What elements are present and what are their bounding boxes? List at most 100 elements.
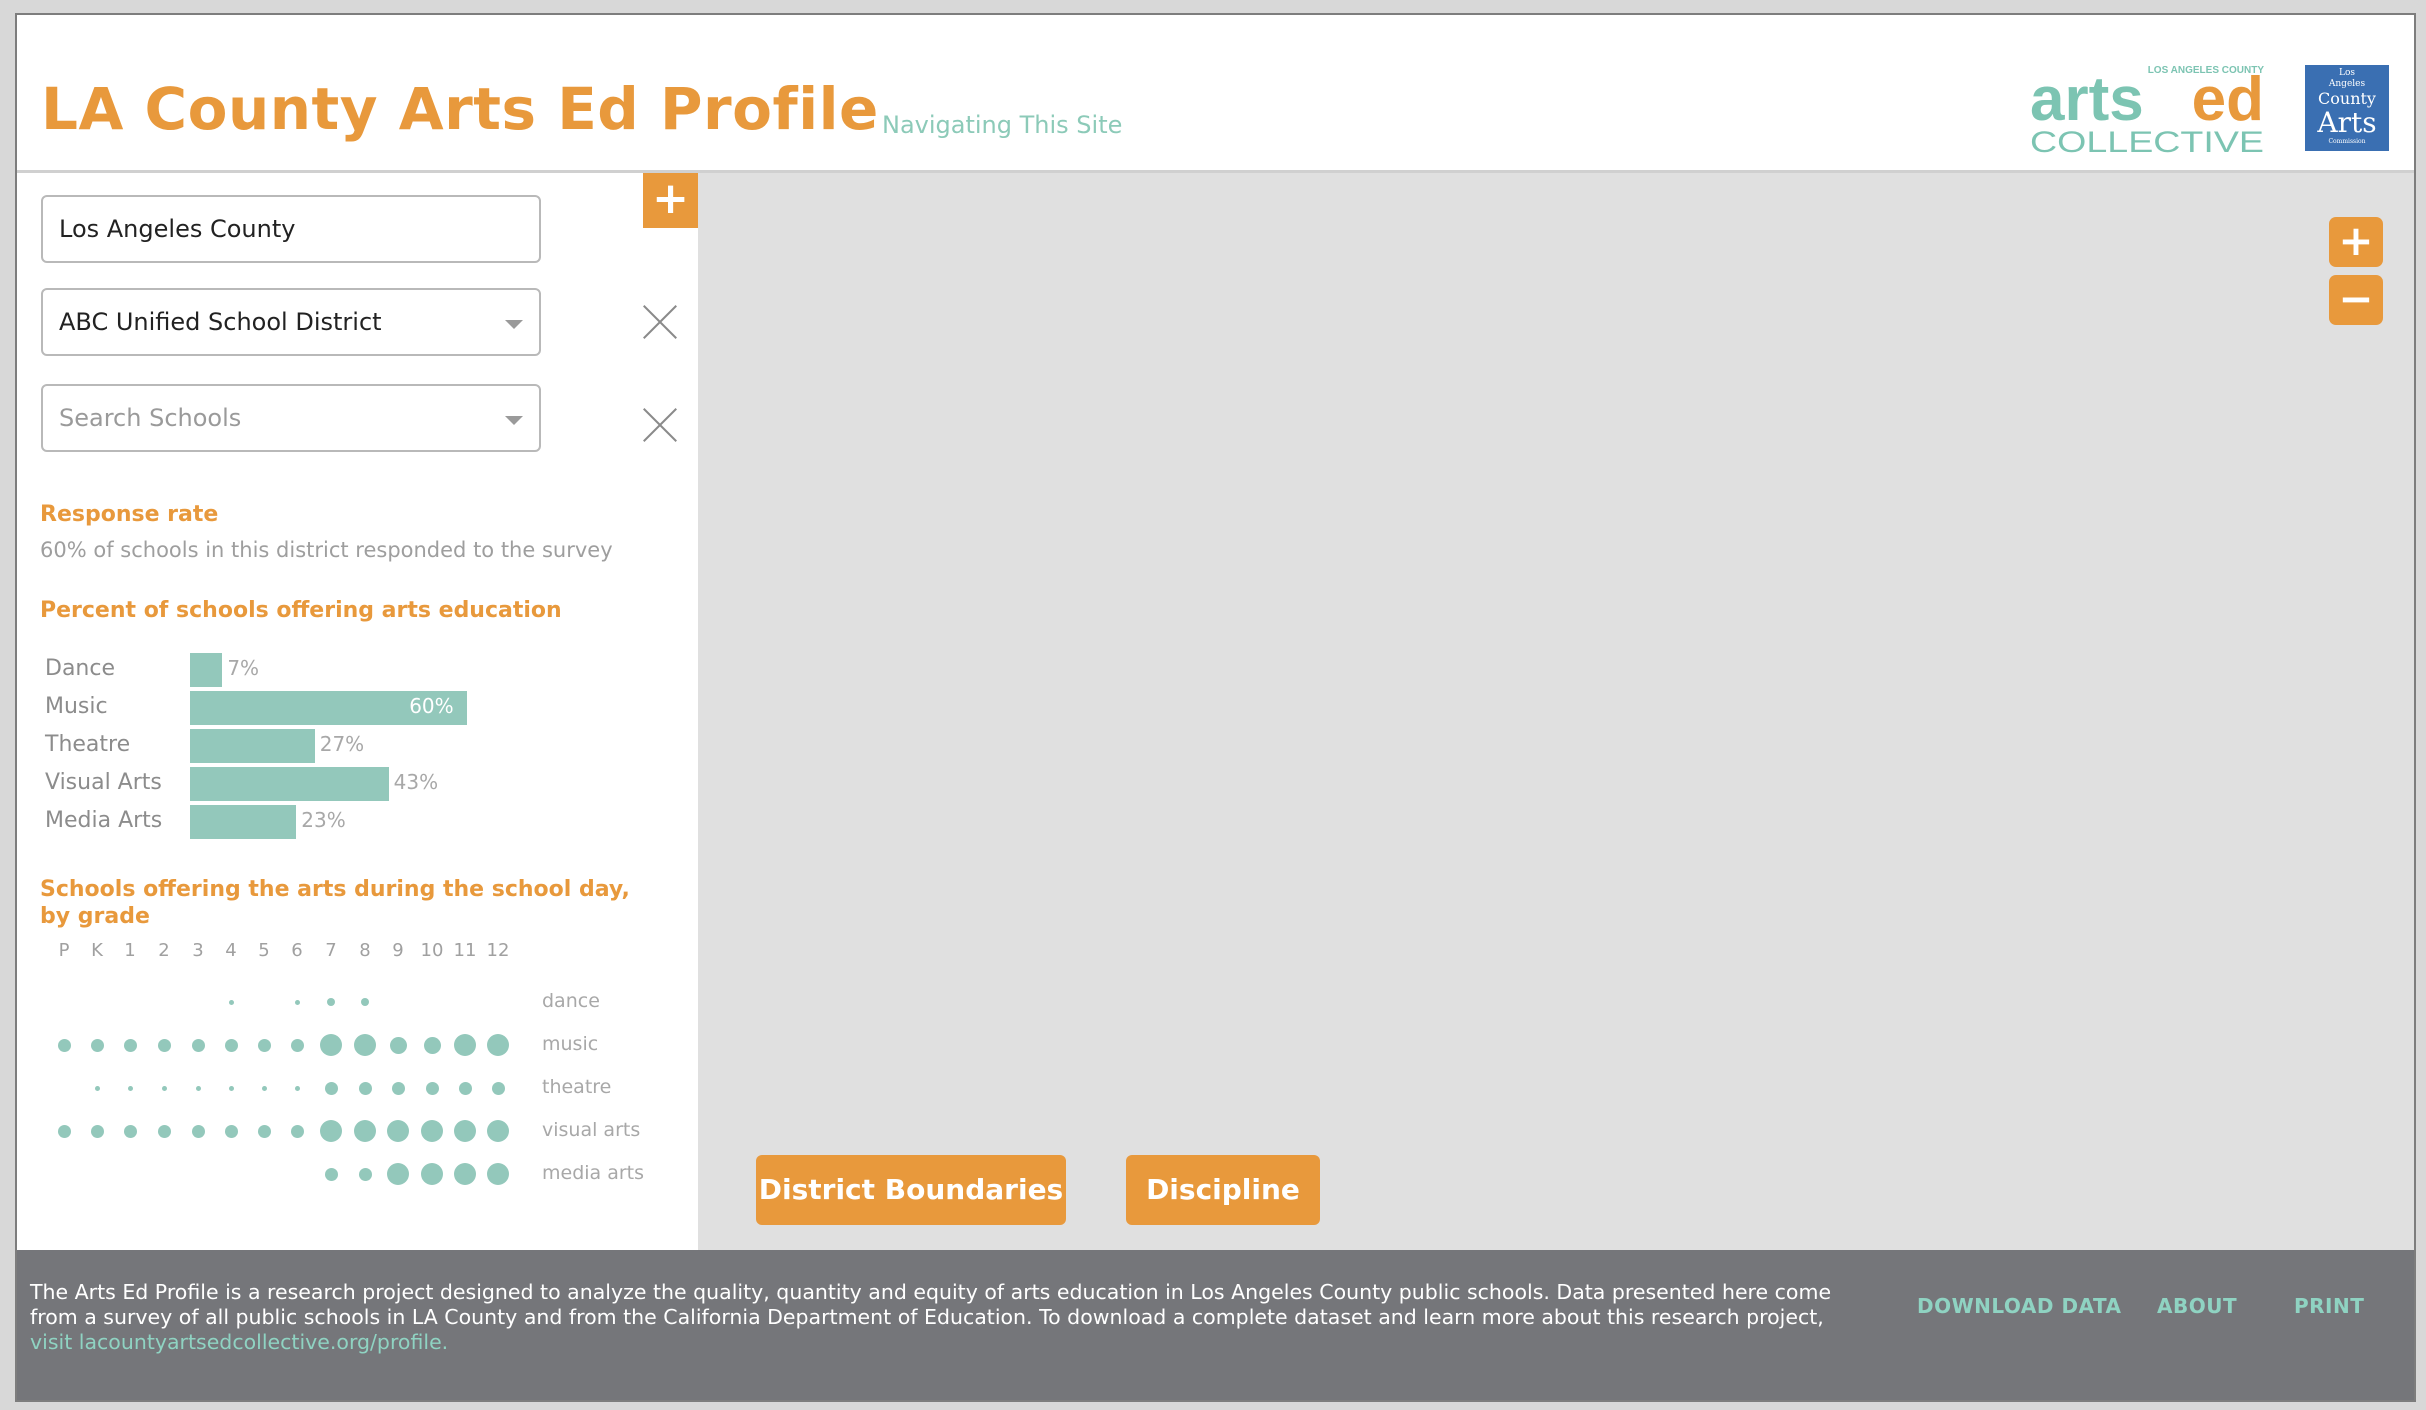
grade-dot — [361, 998, 369, 1006]
arts-offering-heading: Percent of schools offering arts educati… — [40, 598, 562, 623]
logo-collective-text: COLLECTIVE — [2030, 126, 2264, 159]
grade-dot — [324, 1167, 338, 1181]
grade-tick-label: 8 — [359, 940, 371, 961]
grade-tick-label: P — [58, 940, 70, 961]
grade-dot — [425, 1081, 439, 1095]
grade-dot — [454, 1120, 476, 1142]
grade-dot — [358, 1081, 372, 1095]
county-select-value: Los Angeles County — [59, 215, 296, 243]
grade-dot — [391, 1081, 405, 1095]
logo-line-los: Los — [2338, 68, 2355, 78]
bar-row-media-arts: Media Arts 23% — [45, 805, 645, 839]
response-rate-text: 60% of schools in this district responde… — [40, 538, 613, 562]
grade-dot — [290, 1124, 304, 1138]
footer-profile-link[interactable]: visit lacountyartsedcollective.org/profi… — [30, 1330, 448, 1354]
grade-dot — [191, 1038, 205, 1052]
bar-value-label: 7% — [227, 656, 260, 680]
district-boundaries-button[interactable]: District Boundaries — [756, 1155, 1066, 1225]
bar-row-dance: Dance 7% — [45, 653, 645, 687]
grade-tick-label: 3 — [192, 940, 204, 961]
map-canvas[interactable]: + − District Boundaries Discipline — [698, 173, 2414, 1250]
bar-value-label: 27% — [319, 732, 365, 756]
bar — [190, 805, 297, 839]
bar — [190, 729, 315, 763]
grade-dot — [294, 1085, 300, 1091]
grade-dot — [90, 1038, 104, 1052]
grade-dot — [458, 1081, 472, 1095]
zoom-in-button[interactable]: + — [2329, 217, 2383, 267]
grade-tick-label: 2 — [158, 940, 170, 961]
grade-dot — [354, 1120, 376, 1142]
grade-dot — [191, 1124, 205, 1138]
district-select-value: ABC Unified School District — [59, 308, 382, 336]
grade-chart-heading: Schools offering the arts during the sch… — [40, 877, 630, 929]
grade-dot — [324, 1081, 338, 1095]
grade-dot — [320, 1120, 342, 1142]
discipline-label: visual arts — [542, 1119, 641, 1141]
logo-line-arts: Arts — [2317, 106, 2377, 139]
footer: The Arts Ed Profile is a research projec… — [17, 1250, 2414, 1400]
discipline-label: dance — [542, 990, 600, 1012]
add-comparison-button[interactable]: + — [643, 173, 698, 228]
grade-dot — [257, 1124, 271, 1138]
bar-category-label: Dance — [45, 656, 115, 681]
county-select[interactable]: Los Angeles County — [41, 195, 541, 263]
logo-line-commission: Commission — [2328, 138, 2366, 145]
bar — [190, 767, 389, 801]
grade-tick-label: 4 — [225, 940, 237, 961]
school-search-input[interactable]: Search Schools — [41, 384, 541, 452]
bar-row-visual-arts: Visual Arts 43% — [45, 767, 645, 801]
about-link[interactable]: ABOUT — [2157, 1294, 2237, 1318]
logo-ed-text: ed — [2192, 65, 2264, 134]
navigating-site-link[interactable]: Navigating This Site — [882, 111, 1122, 139]
app-frame: LA County Arts Ed Profile Navigating Thi… — [15, 13, 2416, 1402]
bar-value-label: 43% — [393, 770, 439, 794]
clear-school-icon[interactable] — [640, 405, 680, 445]
grade-tick-label: 10 — [420, 940, 444, 961]
discipline-button[interactable]: Discipline — [1126, 1155, 1320, 1225]
grade-dot — [487, 1120, 509, 1142]
grade-dot — [354, 1034, 376, 1056]
sidebar: + Los Angeles County ABC Unified School … — [17, 173, 698, 1250]
chevron-down-icon — [505, 320, 523, 329]
grade-tick-label: 5 — [258, 940, 270, 961]
district-select[interactable]: ABC Unified School District — [41, 288, 541, 356]
grade-tick-label: K — [91, 940, 103, 961]
grade-dot — [228, 999, 234, 1005]
bar — [190, 653, 223, 687]
clear-district-icon[interactable] — [640, 302, 680, 342]
footer-description: The Arts Ed Profile is a research projec… — [30, 1280, 1840, 1355]
school-search-placeholder: Search Schools — [59, 404, 242, 432]
grade-dot — [387, 1120, 409, 1142]
grade-dot — [157, 1038, 171, 1052]
bar-value-label: 60% — [409, 694, 454, 718]
grade-dot — [157, 1124, 171, 1138]
grade-dot — [423, 1036, 441, 1054]
grade-tick-label: 1 — [124, 940, 136, 961]
grade-dot — [320, 1034, 342, 1056]
grade-dot — [195, 1085, 201, 1091]
grade-dot — [228, 1085, 234, 1091]
bar-row-theatre: Theatre 27% — [45, 729, 645, 763]
arts-commission-logo[interactable]: Los Angeles County Arts Commission — [2305, 65, 2389, 151]
footer-description-text: The Arts Ed Profile is a research projec… — [30, 1280, 1832, 1329]
print-link[interactable]: PRINT — [2294, 1294, 2364, 1318]
grade-tick-label: 9 — [392, 940, 404, 961]
arts-ed-collective-logo[interactable]: LOS ANGELES COUNTY arts ed COLLECTIVE — [2030, 60, 2266, 160]
grade-dot — [421, 1120, 443, 1142]
grade-dot — [389, 1036, 407, 1054]
download-data-link[interactable]: DOWNLOAD DATA — [1917, 1294, 2122, 1318]
grade-dot — [327, 998, 335, 1006]
grade-dot — [257, 1038, 271, 1052]
grade-dot — [387, 1163, 409, 1185]
bar-value-label: 23% — [301, 808, 346, 832]
grade-dot — [491, 1081, 505, 1095]
zoom-out-button[interactable]: − — [2329, 275, 2383, 325]
chevron-down-icon — [505, 416, 523, 425]
grade-dot — [358, 1167, 372, 1181]
grade-dot — [261, 1085, 267, 1091]
logo-arts-text: arts — [2030, 65, 2144, 134]
grade-dot — [57, 1124, 71, 1138]
grade-dot — [161, 1085, 167, 1091]
bar-category-label: Media Arts — [45, 808, 163, 833]
